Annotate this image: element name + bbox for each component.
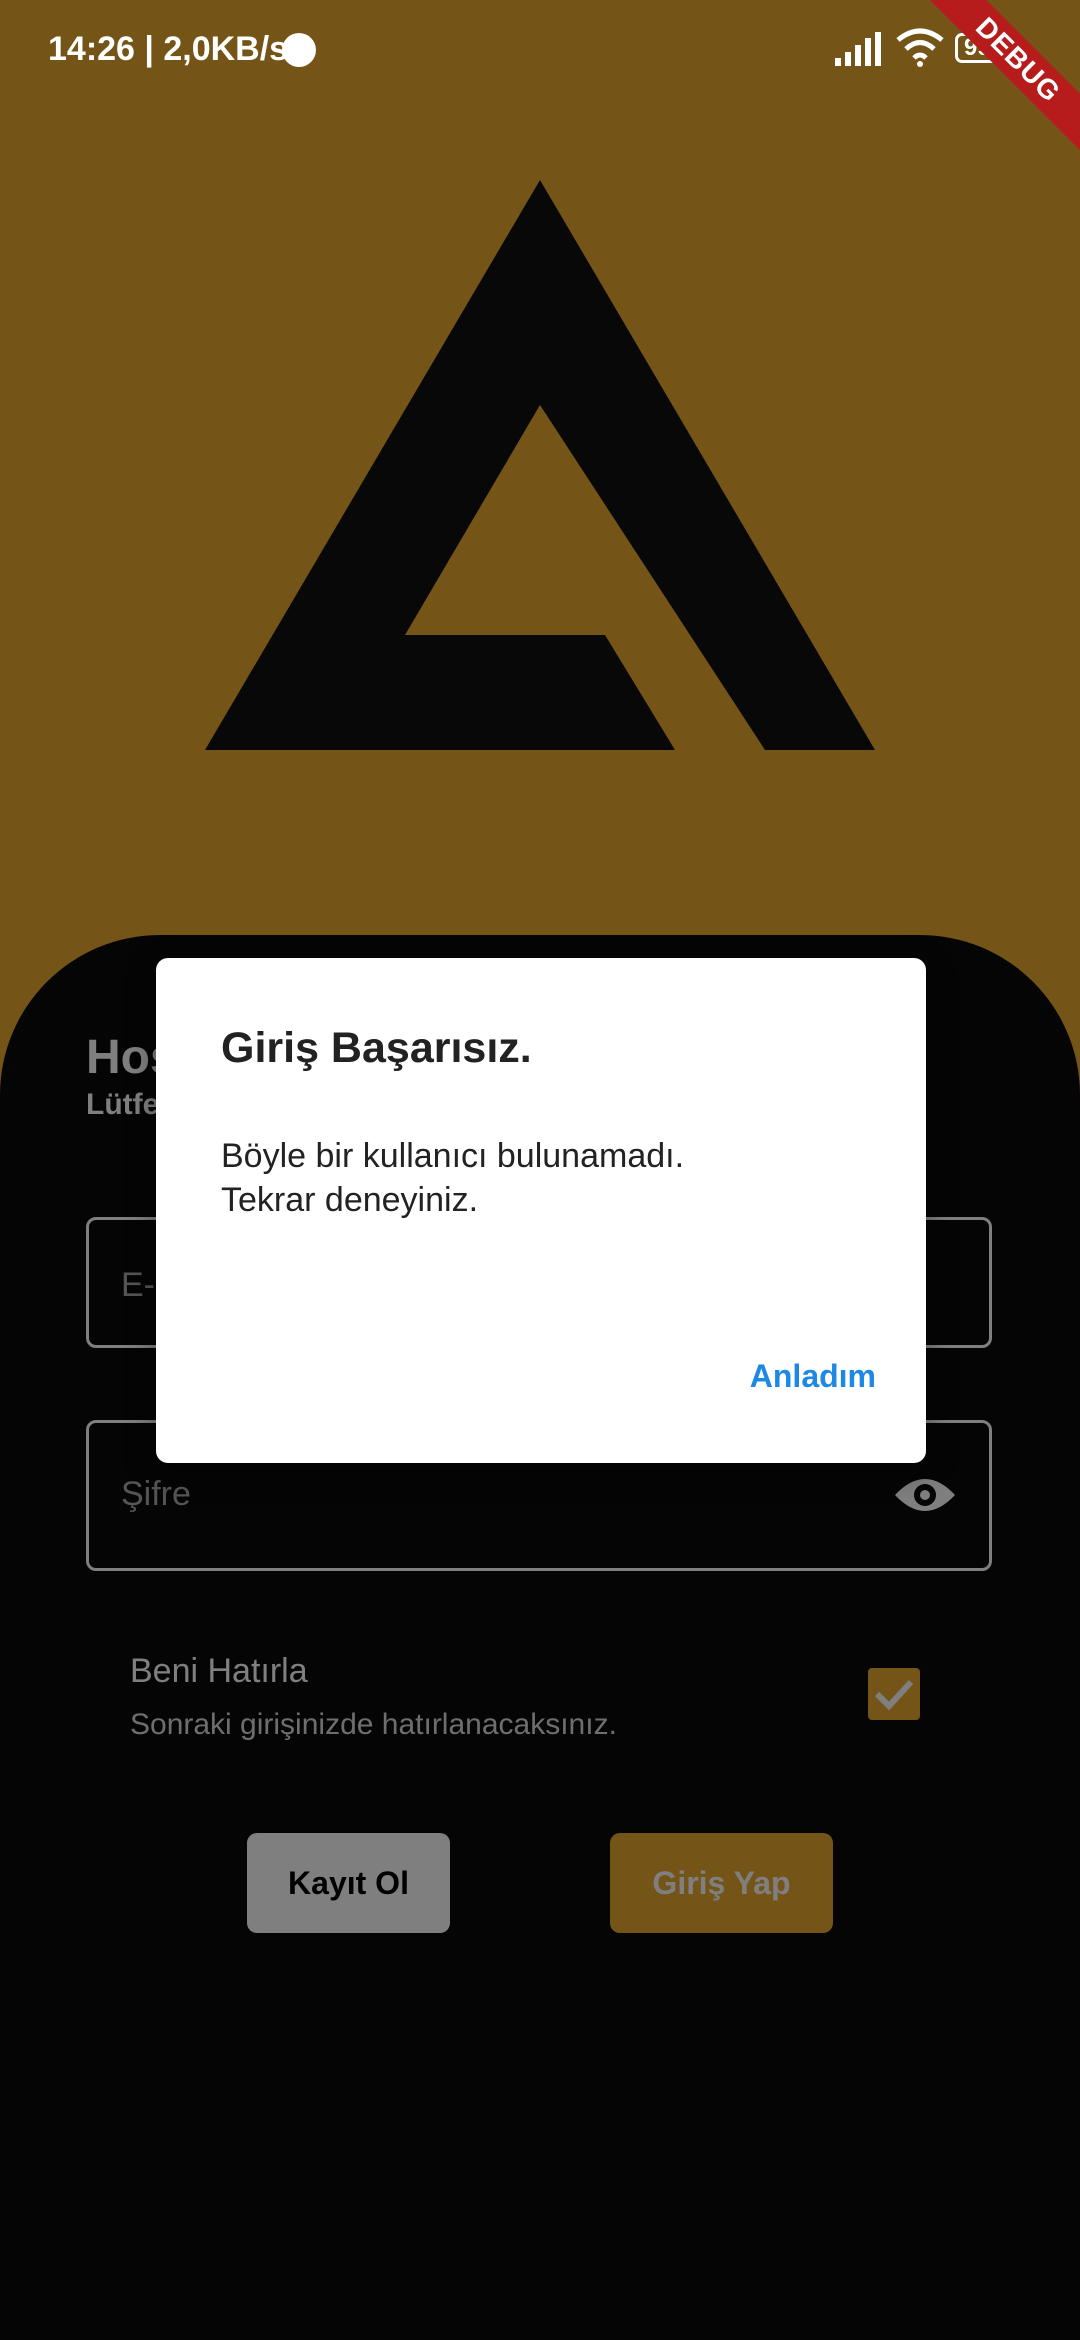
dialog-body: Böyle bir kullanıcı bulunamadı. Tekrar d… [221,1134,684,1222]
signal-icon [835,32,881,66]
error-dialog: Giriş Başarısız. Böyle bir kullanıcı bul… [156,958,926,1463]
app-root: 14:26 | 2,0KB/s 99 DEBUG Hoş Lütfe E- Şi… [0,0,1080,2340]
wifi-icon [896,28,944,67]
status-bar: 14:26 | 2,0KB/s 99 [0,0,1080,100]
dialog-body-line-1: Böyle bir kullanıcı bulunamadı. [221,1137,685,1175]
dialog-title: Giriş Başarısız. [221,1024,532,1072]
notification-dot-icon [282,33,316,67]
dialog-body-line-2: Tekrar deneyiniz. [221,1181,479,1219]
status-time-speed: 14:26 | 2,0KB/s [48,30,289,68]
dialog-ok-button[interactable]: Anladım [750,1358,876,1395]
